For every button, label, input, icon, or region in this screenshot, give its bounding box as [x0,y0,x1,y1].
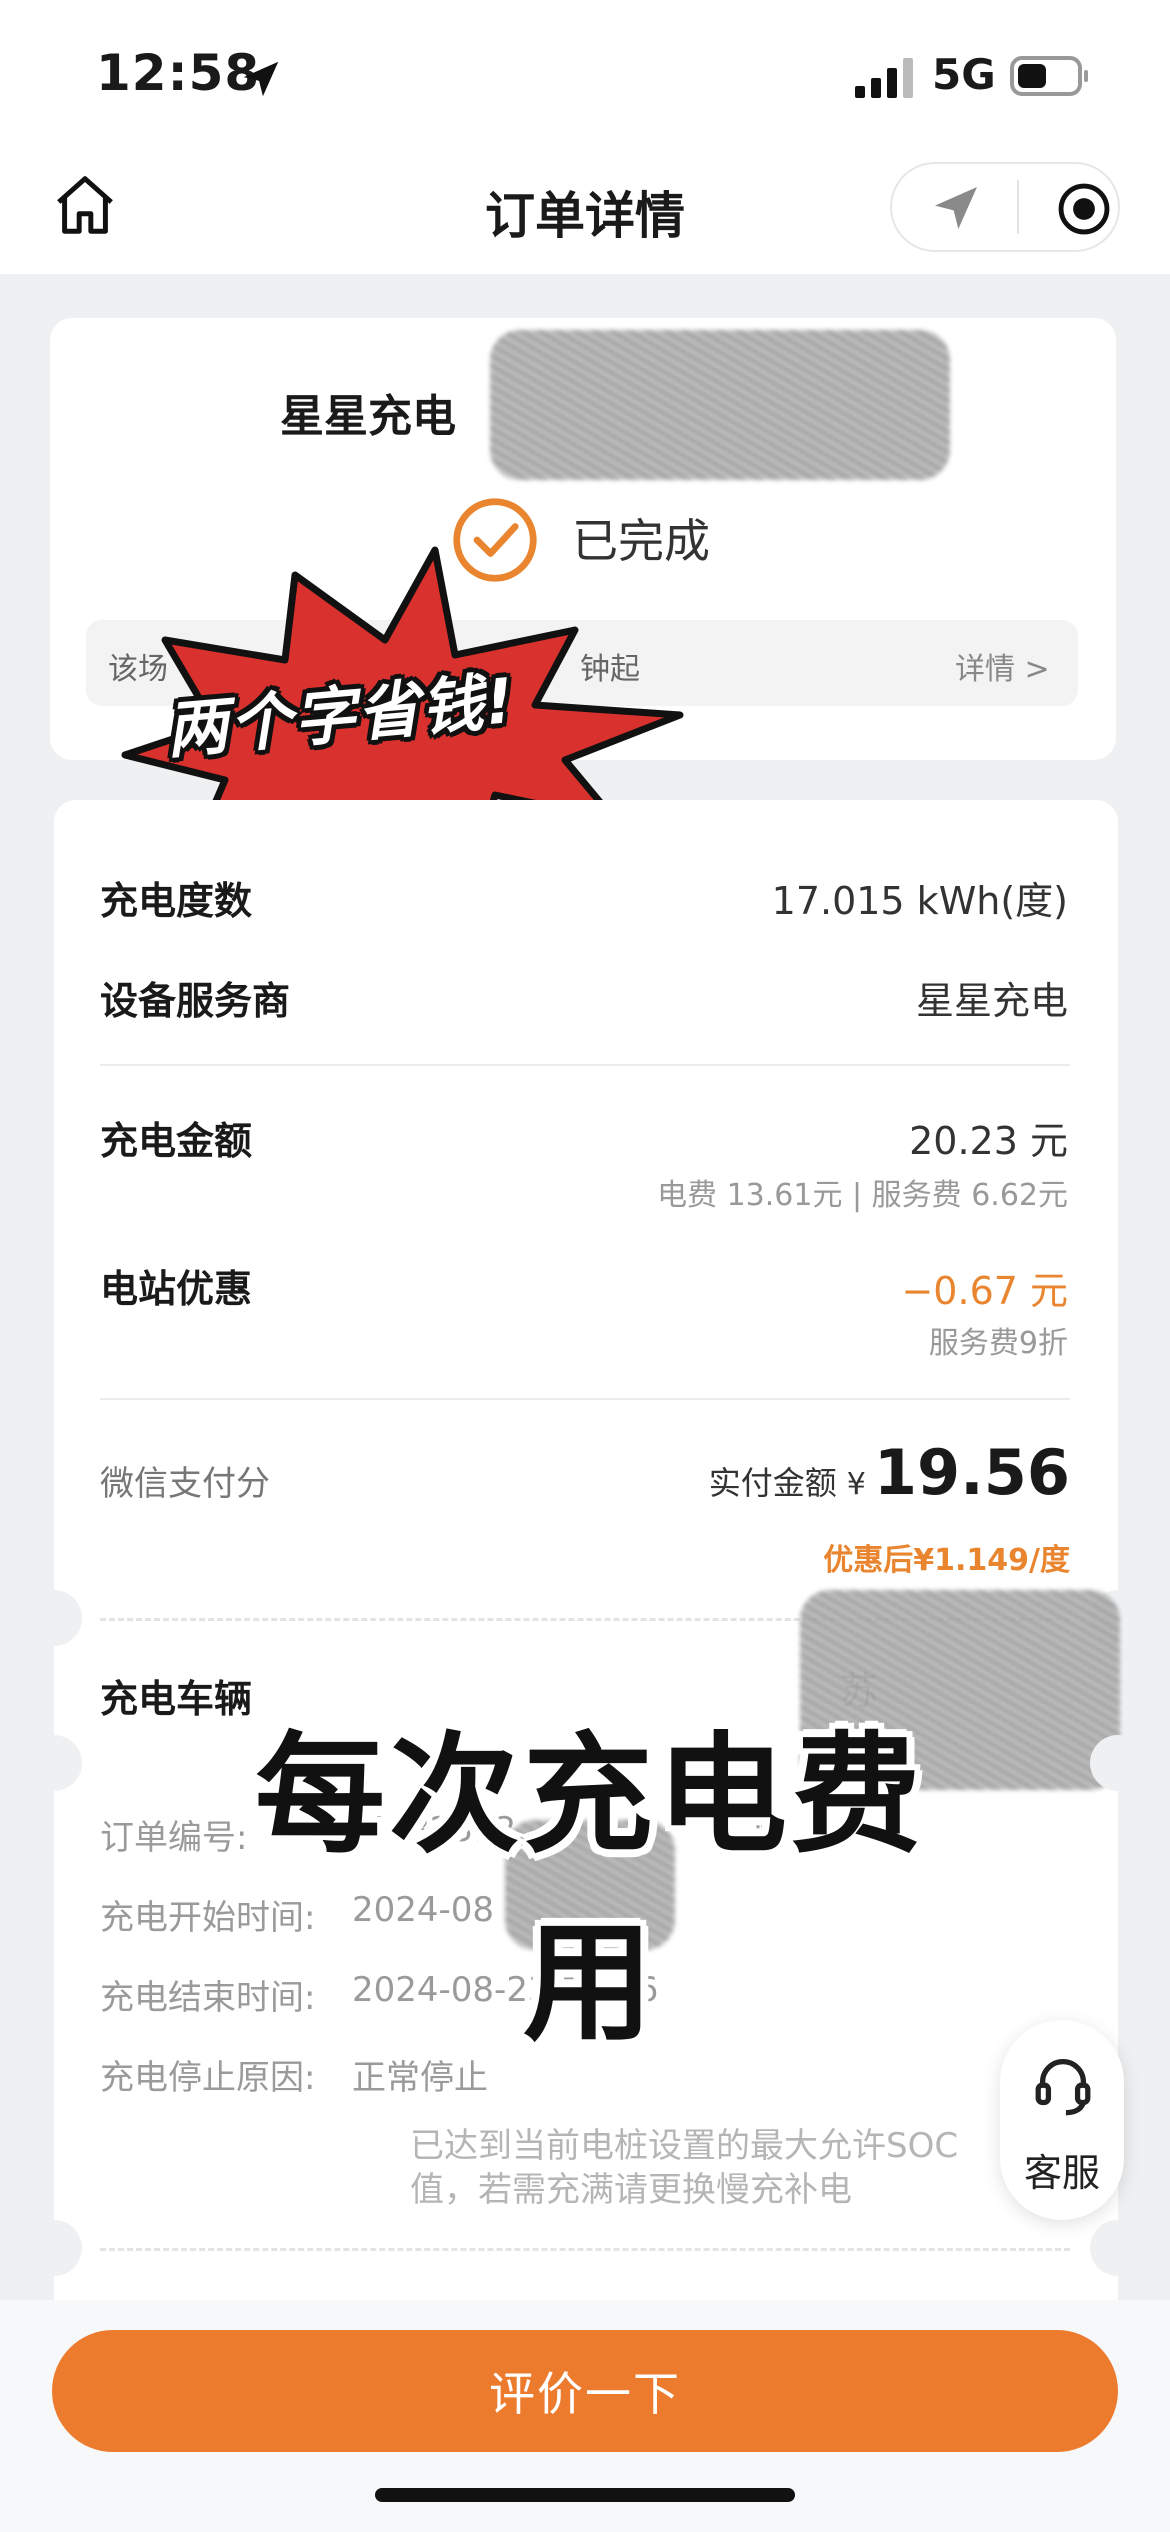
unit-price-after-discount: 优惠后¥1.149/度 [823,1543,1070,1578]
ticket-notch [26,1735,82,1791]
actual-payment: 实付金额 ¥19.56 [709,1436,1070,1509]
rate-button[interactable]: 评价一下 [52,2330,1118,2452]
battery-icon [1010,56,1088,96]
signal-icon [855,58,913,98]
video-caption: 每次充电费用 [254,1719,925,2059]
ticket-notch [1090,1735,1146,1791]
actual-payment-amount: 19.56 [873,1436,1070,1509]
energy-value: 17.015 kWh(度) [771,879,1068,923]
amount-breakdown: 电费 13.61元 | 服务费 6.62元 [657,1178,1068,1213]
headset-icon [1035,2059,1091,2116]
discount-note: 服务费9折 [928,1326,1068,1361]
amount-label: 充电金额 [100,1119,253,1163]
stop-reason-note-2: 值，若需充满请更换慢充补电 [410,2170,852,2210]
provider-label: 设备服务商 [100,979,291,1023]
network-label: 5G [932,50,996,99]
status-time: 12:58 [96,44,261,102]
ticket-notch [26,2220,82,2276]
redaction-scribble [490,330,950,480]
ticket-notch [26,1590,82,1646]
discount-label: 电站优惠 [100,1267,253,1311]
ticket-notch [1090,2220,1146,2276]
record-icon[interactable] [1055,180,1113,238]
provider-value: 星星充电 [915,979,1068,1023]
capsule-divider [1017,180,1019,234]
dashed-divider [100,2248,1070,2251]
location-icon[interactable] [928,180,984,236]
location-arrow-icon [243,61,279,97]
divider [100,1064,1070,1066]
customer-service-label: 客服 [1023,2151,1100,2195]
stop-reason-note: 已达到当前电桩设置的最大允许SOC [410,2126,959,2166]
station-name: 星星充电 [280,391,456,442]
station-info-detail-link[interactable]: 详情 > [955,644,1050,688]
amount-value: 20.23 元 [909,1119,1068,1163]
energy-label: 充电度数 [100,879,253,923]
actual-payment-label: 实付金额 [708,1464,837,1502]
divider [100,1398,1070,1400]
discount-value: −0.67 元 [901,1269,1068,1313]
currency-symbol: ¥ [846,1467,866,1502]
pay-method: 微信支付分 [100,1464,270,1504]
home-indicator [375,2488,795,2502]
